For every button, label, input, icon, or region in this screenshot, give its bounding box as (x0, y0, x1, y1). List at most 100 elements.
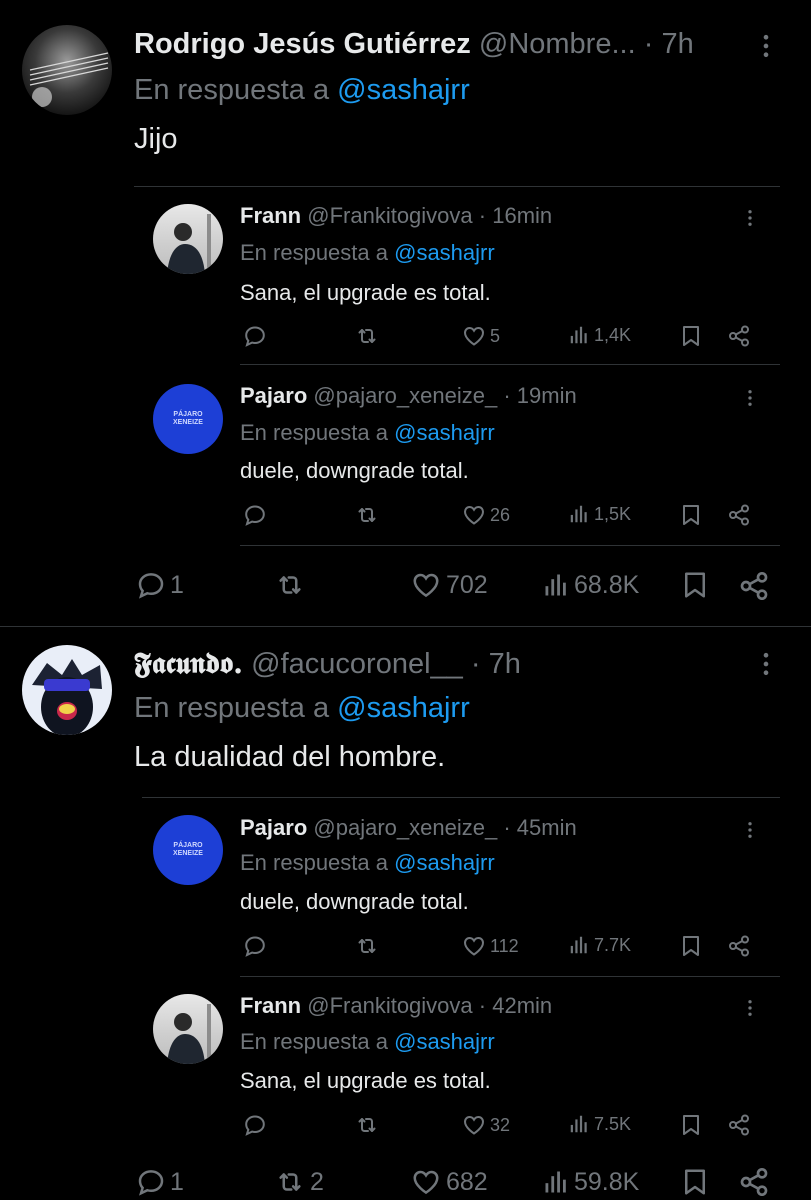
reply-context: En respuesta a @sashajrr (240, 240, 495, 266)
like-icon (410, 570, 442, 600)
views-icon (568, 1113, 590, 1135)
retweet-icon (274, 570, 306, 600)
share-icon[interactable] (727, 503, 751, 527)
reply-to-link[interactable]: @sashajrr (394, 850, 495, 875)
more-options-icon[interactable] (752, 648, 780, 680)
like-button[interactable]: 112 (462, 934, 519, 958)
reply-context: En respuesta a @sashajrr (240, 420, 495, 446)
like-button[interactable]: 5 (462, 324, 500, 348)
dot-separator: · (470, 648, 481, 680)
reply-button[interactable]: 1 (136, 570, 184, 600)
reply-to-link[interactable]: @sashajrr (394, 1029, 495, 1054)
avatar-frann[interactable] (153, 994, 223, 1064)
like-icon (410, 1167, 442, 1197)
tweet-time[interactable]: 42min (492, 993, 552, 1018)
tweet-text: La dualidad del hombre. (134, 741, 446, 773)
quoted-header: Pajaro @pajaro_xeneize_ · 45min (240, 815, 577, 841)
views-icon (568, 934, 590, 956)
like-button[interactable]: 26 (462, 503, 510, 527)
tweet-time[interactable]: 7h (489, 648, 521, 680)
views-button[interactable]: 68.8K (542, 570, 639, 600)
reply-button[interactable]: 1 (136, 1167, 184, 1197)
reply-icon[interactable] (243, 934, 267, 958)
retweet-button[interactable]: 2 (274, 1167, 324, 1197)
avatar-facundo[interactable] (22, 645, 112, 735)
reply-to-link[interactable]: @sashajrr (337, 74, 470, 106)
author-name[interactable]: Rodrigo Jesús Gutiérrez (134, 28, 471, 60)
views-count: 59.8K (574, 1167, 640, 1196)
author-name[interactable]: Pajaro (240, 383, 307, 408)
views-count: 1,5K (594, 503, 632, 524)
divider (240, 545, 780, 546)
divider (142, 797, 780, 798)
author-name[interactable]: 𝕱𝖆𝖈𝖚𝖓𝖉𝖔. (134, 646, 243, 680)
reply-to-link[interactable]: @sashajrr (394, 420, 495, 445)
retweet-button[interactable] (274, 570, 310, 600)
like-count: 26 (490, 504, 511, 525)
views-button[interactable]: 1,5K (568, 503, 631, 525)
views-count: 1,4K (594, 324, 632, 345)
reply-icon[interactable] (243, 1113, 267, 1137)
bookmark-icon[interactable] (679, 934, 703, 958)
author-name[interactable]: Pajaro (240, 815, 307, 840)
author-handle[interactable]: @facucoronel__ (251, 648, 463, 680)
retweet-icon[interactable] (355, 934, 379, 958)
reply-to-link[interactable]: @sashajrr (337, 692, 470, 724)
avatar-pajaro[interactable]: PÁJARO XENEIZE (153, 384, 223, 454)
bookmark-icon[interactable] (679, 1113, 703, 1137)
tweet-time[interactable]: 19min (517, 383, 577, 408)
reply-icon[interactable] (243, 503, 267, 527)
reply-context: En respuesta a @sashajrr (134, 74, 470, 107)
reply-to-link[interactable]: @sashajrr (394, 240, 495, 265)
author-name[interactable]: Frann (240, 203, 301, 228)
retweet-icon[interactable] (355, 324, 379, 348)
more-options-icon[interactable] (752, 30, 780, 62)
views-button[interactable]: 1,4K (568, 324, 631, 346)
retweet-icon (274, 1167, 306, 1197)
like-count: 682 (446, 1167, 488, 1196)
views-count: 7.5K (594, 1113, 632, 1134)
bookmark-icon[interactable] (680, 570, 710, 600)
tweet-time[interactable]: 45min (517, 815, 577, 840)
dot-separator: · (478, 203, 487, 228)
tweet-text: duele, downgrade total. (240, 889, 469, 914)
avatar-frann[interactable] (153, 204, 223, 274)
author-handle[interactable]: @Frankitogivova (307, 993, 472, 1018)
author-name[interactable]: Frann (240, 993, 301, 1018)
author-handle[interactable]: @pajaro_xeneize_ (313, 815, 497, 840)
bookmark-icon[interactable] (679, 324, 703, 348)
retweet-icon[interactable] (355, 503, 379, 527)
share-icon[interactable] (727, 1113, 751, 1137)
like-button[interactable]: 682 (410, 1167, 488, 1197)
avatar-rodrigo[interactable] (22, 25, 112, 115)
views-icon (568, 503, 590, 525)
share-icon[interactable] (727, 934, 751, 958)
views-button[interactable]: 59.8K (542, 1167, 639, 1197)
reply-prefix: En respuesta a (240, 1029, 388, 1054)
more-options-icon[interactable] (740, 386, 760, 410)
bookmark-icon[interactable] (680, 1167, 710, 1197)
reply-icon[interactable] (243, 324, 267, 348)
avatar-pajaro[interactable]: PÁJARO XENEIZE (153, 815, 223, 885)
share-icon[interactable] (738, 570, 770, 602)
bookmark-icon[interactable] (679, 503, 703, 527)
tweet-time[interactable]: 16min (492, 203, 552, 228)
like-button[interactable]: 32 (462, 1113, 510, 1137)
like-button[interactable]: 702 (410, 570, 488, 600)
retweet-icon[interactable] (355, 1113, 379, 1137)
guitar-image-icon (29, 52, 109, 107)
reply-context: En respuesta a @sashajrr (240, 850, 495, 876)
views-button[interactable]: 7.5K (568, 1113, 631, 1135)
like-icon (462, 1113, 486, 1137)
share-icon[interactable] (727, 324, 751, 348)
more-options-icon[interactable] (740, 996, 760, 1020)
more-options-icon[interactable] (740, 818, 760, 842)
tweet-time[interactable]: 7h (661, 28, 693, 60)
author-handle[interactable]: @pajaro_xeneize_ (313, 383, 497, 408)
author-handle[interactable]: @Nombre... (479, 28, 636, 60)
author-handle[interactable]: @Frankitogivova (307, 203, 472, 228)
share-icon[interactable] (738, 1166, 770, 1198)
like-count: 702 (446, 570, 488, 599)
views-button[interactable]: 7.7K (568, 934, 631, 956)
more-options-icon[interactable] (740, 206, 760, 230)
